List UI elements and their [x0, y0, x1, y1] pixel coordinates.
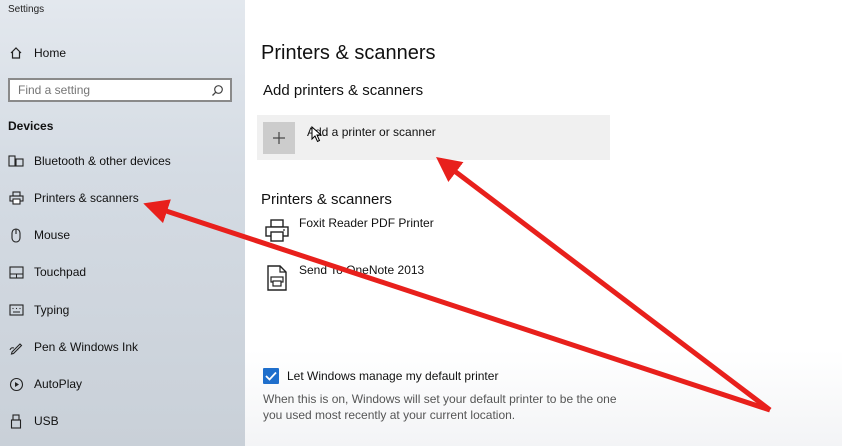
sidebar-item-typing[interactable]: Typing	[0, 295, 245, 325]
section-label-devices: Devices	[8, 119, 54, 133]
sidebar-item-mouse[interactable]: Mouse	[0, 220, 245, 250]
autoplay-icon	[8, 376, 24, 392]
plus-icon	[263, 121, 295, 154]
default-printer-checkbox-row[interactable]: Let Windows manage my default printer	[263, 368, 498, 384]
default-printer-checkbox[interactable]	[263, 368, 279, 384]
printer-name: Foxit Reader PDF Printer	[299, 216, 434, 230]
sidebar-item-bluetooth[interactable]: Bluetooth & other devices	[0, 146, 245, 176]
window-title: Settings	[8, 4, 45, 15]
sidebar-item-label: Pen & Windows Ink	[34, 340, 139, 354]
checkmark-icon	[265, 371, 277, 381]
home-nav-item[interactable]: Home	[8, 45, 66, 61]
sidebar-item-label: Touchpad	[34, 265, 87, 279]
sidebar-item-touchpad[interactable]: Touchpad	[0, 257, 245, 287]
sidebar-item-label: Mouse	[34, 228, 71, 242]
printer-item-onenote[interactable]: Send To OneNote 2013	[263, 263, 424, 293]
printer-item-foxit[interactable]: Foxit Reader PDF Printer	[263, 216, 434, 246]
main-content: Printers & scanners Add printers & scann…	[245, 0, 842, 446]
sidebar-item-label: Bluetooth & other devices	[34, 154, 171, 168]
document-printer-icon	[263, 263, 291, 293]
sidebar-item-label: Printers & scanners	[34, 191, 139, 205]
page-title: Printers & scanners	[261, 42, 436, 64]
default-printer-description: When this is on, Windows will set your d…	[263, 392, 617, 422]
printer-icon	[8, 190, 24, 206]
sidebar-item-usb[interactable]: USB	[0, 406, 245, 436]
sidebar-item-label: AutoPlay	[34, 377, 83, 391]
sidebar-item-autoplay[interactable]: AutoPlay	[0, 369, 245, 399]
bluetooth-devices-icon	[8, 153, 24, 169]
add-printer-button[interactable]: Add a printer or scanner	[257, 115, 610, 160]
home-icon	[8, 45, 24, 61]
sidebar-item-label: USB	[34, 414, 59, 428]
default-printer-checkbox-label: Let Windows manage my default printer	[287, 369, 499, 383]
usb-icon	[8, 413, 24, 429]
search-input[interactable]	[18, 83, 198, 97]
add-section-title: Add printers & scanners	[263, 82, 424, 99]
touchpad-icon	[8, 264, 24, 280]
sidebar-item-printers[interactable]: Printers & scanners	[0, 183, 245, 213]
pen-icon	[8, 339, 24, 355]
search-box[interactable]	[8, 78, 232, 102]
sidebar: Settings Home Devices Bluetooth & other …	[0, 0, 245, 446]
printer-icon	[263, 216, 291, 246]
home-label: Home	[34, 46, 67, 60]
mouse-icon	[8, 227, 24, 243]
printer-name: Send To OneNote 2013	[299, 263, 425, 277]
search-icon[interactable]	[210, 83, 224, 97]
sidebar-item-label: Typing	[34, 303, 70, 317]
mouse-cursor-icon	[311, 126, 323, 143]
printers-list-title: Printers & scanners	[261, 191, 392, 208]
sidebar-item-pen[interactable]: Pen & Windows Ink	[0, 332, 245, 362]
keyboard-icon	[8, 302, 24, 318]
add-printer-label: Add a printer or scanner	[307, 124, 436, 139]
